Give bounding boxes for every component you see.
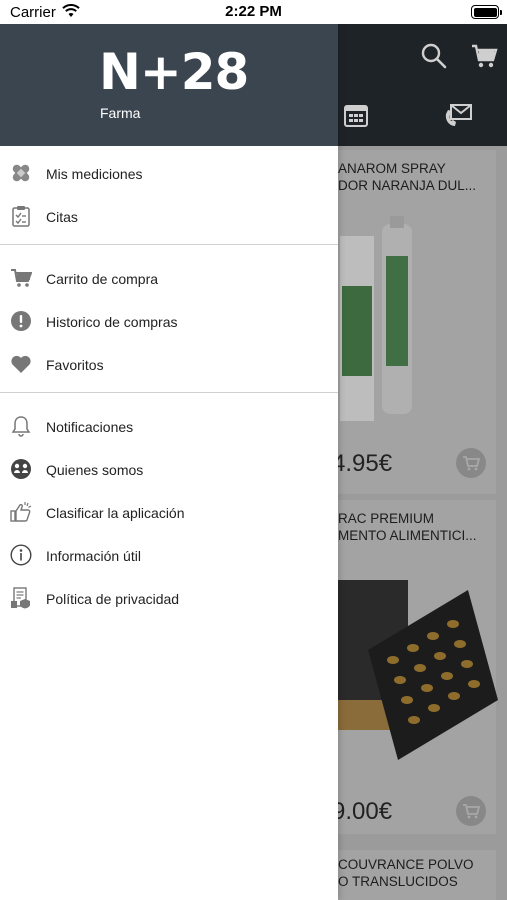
menu-item-quienes-somos[interactable]: Quienes somos	[0, 448, 338, 491]
battery-icon	[471, 5, 502, 19]
product-card[interactable]: ANAROM SPRAY DOR NARANJA DUL... 4.95€	[320, 150, 496, 494]
menu-item-label: Mis mediciones	[46, 165, 143, 182]
product-title: COUVRANCE POLVO	[338, 857, 474, 872]
calendar-icon[interactable]	[343, 102, 369, 128]
product-title: O TRANSLUCIDOS	[338, 874, 458, 889]
product-title: RAC PREMIUM	[338, 511, 435, 526]
bell-icon	[10, 415, 32, 437]
drawer-header: N+28 Farma	[0, 24, 338, 146]
cart-icon	[463, 456, 480, 471]
menu-item-label: Información útil	[46, 547, 141, 564]
menu-item-label: Clasificar la aplicación	[46, 504, 185, 521]
menu-divider	[0, 392, 338, 393]
contact-mail-icon[interactable]	[443, 102, 473, 128]
menu-item-politica-de-privacidad[interactable]: Política de privacidad	[0, 577, 338, 620]
menu-item-carrito-de-compra[interactable]: Carrito de compra	[0, 257, 338, 300]
navigation-drawer: N+28 Farma Mis mediciones Citas Carrito …	[0, 24, 338, 900]
menu-item-label: Carrito de compra	[46, 270, 159, 287]
menu-item-label: Favoritos	[46, 356, 104, 373]
product-card[interactable]: COUVRANCE POLVO O TRANSLUCIDOS	[320, 850, 496, 900]
search-icon[interactable]	[420, 42, 448, 70]
menu-item-mis-mediciones[interactable]: Mis mediciones	[0, 152, 338, 195]
menu-divider	[0, 244, 338, 245]
menu-item-label: Historico de compras	[46, 313, 178, 330]
add-to-cart-button[interactable]	[456, 796, 486, 826]
info-icon	[10, 544, 32, 566]
product-card[interactable]: RAC PREMIUM MENTO ALIMENTICI... 9.00€	[320, 500, 498, 834]
bandage-icon	[10, 162, 32, 184]
menu-item-favoritos[interactable]: Favoritos	[0, 343, 338, 386]
product-image	[338, 580, 498, 760]
menu-item-citas[interactable]: Citas	[0, 195, 338, 238]
cart-icon	[463, 804, 480, 819]
menu-item-label: Política de privacidad	[46, 590, 180, 607]
heart-icon	[10, 353, 32, 375]
menu-item-label: Quienes somos	[46, 461, 144, 478]
add-to-cart-button[interactable]	[456, 448, 486, 478]
product-title: MENTO ALIMENTICI...	[338, 528, 477, 543]
menu-item-informacion-util[interactable]: Información útil	[0, 534, 338, 577]
menu-item-notificaciones[interactable]: Notificaciones	[0, 405, 338, 448]
alert-circle-icon	[10, 310, 32, 332]
status-bar: Carrier 2:22 PM	[0, 0, 507, 24]
thumbs-up-icon	[10, 501, 32, 523]
app-logo: N+28	[99, 43, 249, 101]
cart-icon	[10, 267, 32, 289]
menu-item-label: Notificaciones	[46, 418, 134, 435]
product-title: ANAROM SPRAY	[338, 161, 446, 176]
menu-item-label: Citas	[46, 208, 78, 225]
clipboard-icon	[10, 205, 32, 227]
status-time: 2:22 PM	[225, 3, 282, 20]
drawer-menu: Mis mediciones Citas Carrito de compra H…	[0, 152, 338, 620]
product-price: 9.00€	[332, 798, 393, 825]
menu-item-clasificar-la-aplicacion[interactable]: Clasificar la aplicación	[0, 491, 338, 534]
product-title: DOR NARANJA DUL...	[338, 178, 477, 193]
menu-item-historico-de-compras[interactable]: Historico de compras	[0, 300, 338, 343]
product-image	[340, 216, 412, 421]
privacy-doc-icon	[10, 587, 32, 609]
cart-icon[interactable]	[470, 42, 498, 70]
product-price: 4.95€	[332, 450, 393, 477]
app-logo-subtitle: Farma	[100, 105, 141, 121]
about-icon	[10, 458, 32, 480]
